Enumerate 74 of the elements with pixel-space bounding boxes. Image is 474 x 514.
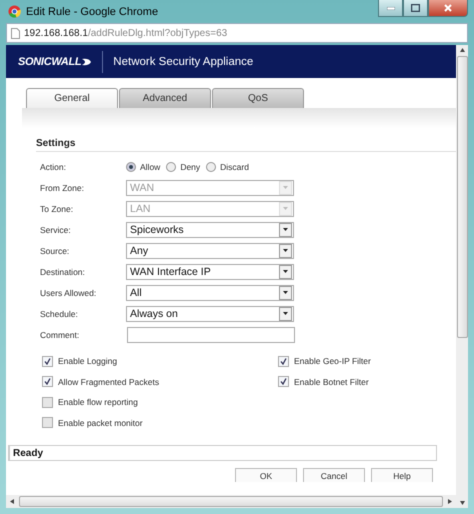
- checkbox[interactable]: [278, 356, 289, 367]
- dialog-button[interactable]: Cancel: [303, 468, 365, 482]
- checkbox[interactable]: [278, 376, 289, 388]
- dialog-button[interactable]: OK: [235, 468, 297, 482]
- dropdown[interactable]: Any: [126, 242, 294, 258]
- checkbox-label: Enable Botnet Filter: [294, 376, 369, 387]
- dropdown[interactable]: Spiceworks: [126, 222, 294, 238]
- horizontal-scrollbar[interactable]: [6, 495, 456, 508]
- browser-logo-icon: [8, 5, 21, 18]
- caret-icon: [283, 228, 288, 231]
- check-icon: [280, 378, 287, 386]
- field-label: Users Allowed:: [39, 288, 98, 298]
- field-label: Source:: [39, 246, 70, 256]
- caret-icon: [283, 291, 288, 294]
- radio-button[interactable]: [126, 162, 136, 172]
- checkbox[interactable]: [42, 417, 53, 428]
- maximize-button[interactable]: [403, 0, 428, 17]
- close-button[interactable]: [428, 0, 468, 17]
- vertical-scrollbar[interactable]: [456, 45, 468, 508]
- radio-button[interactable]: [166, 162, 176, 172]
- scroll-left-icon[interactable]: [10, 499, 15, 504]
- caret-icon: [283, 186, 288, 189]
- dropdown[interactable]: All: [126, 284, 294, 300]
- caret-icon: [283, 270, 288, 273]
- dropdown[interactable]: Always on: [126, 306, 294, 322]
- page-icon: [11, 28, 20, 38]
- scroll-thumb[interactable]: [456, 56, 468, 338]
- tab[interactable]: Advanced: [119, 88, 211, 108]
- check-icon: [44, 378, 51, 386]
- swoosh-icon: [82, 58, 92, 66]
- dropdown[interactable]: WAN Interface IP: [126, 264, 294, 280]
- address-bar[interactable]: 192.168.168.1/addRuleDlg.html?objTypes=63: [6, 23, 468, 43]
- field-label: Service:: [39, 224, 72, 234]
- field-label: Schedule:: [39, 308, 79, 318]
- checkbox-label: Enable packet monitor: [58, 418, 143, 428]
- field-label: To Zone:: [39, 204, 74, 214]
- checkbox-label: Enable Geo-IP Filter: [294, 356, 371, 366]
- radio-label: Allow: [140, 162, 160, 172]
- field-label: From Zone:: [39, 182, 85, 192]
- logo-text: SONICWALL: [18, 56, 82, 68]
- url-text: 192.168.168.1/addRuleDlg.html?objTypes=63: [24, 28, 228, 38]
- comment-field[interactable]: [127, 326, 295, 342]
- close-icon: [444, 4, 452, 12]
- caret-icon: [283, 312, 288, 315]
- check-icon: [44, 358, 51, 365]
- caret-icon: [283, 207, 288, 210]
- tab[interactable]: QoS: [212, 88, 304, 108]
- radio-button[interactable]: [206, 162, 216, 172]
- minimize-icon: [386, 6, 394, 10]
- status-text: Ready: [13, 448, 44, 458]
- radio-label: Discard: [220, 162, 249, 172]
- window-title: Edit Rule - Google Chrome: [26, 6, 160, 18]
- checkbox-label: Enable flow reporting: [58, 397, 138, 408]
- maximize-icon: [411, 4, 420, 12]
- section-heading: Settings: [36, 138, 456, 152]
- field-label: Comment:: [39, 330, 80, 340]
- minimize-button[interactable]: [378, 0, 403, 17]
- tab[interactable]: General: [26, 88, 118, 108]
- scroll-up-icon[interactable]: [460, 48, 464, 53]
- checkbox[interactable]: [42, 396, 53, 408]
- field-label: Destination:: [39, 266, 86, 276]
- scroll-down-icon[interactable]: [460, 500, 464, 505]
- field-label: Action:: [39, 162, 67, 172]
- checkbox[interactable]: [42, 376, 53, 388]
- checkbox-label: Enable Logging: [58, 356, 118, 366]
- radio-label: Deny: [180, 162, 200, 172]
- check-icon: [280, 358, 287, 365]
- scroll-right-icon[interactable]: [447, 499, 452, 504]
- scroll-thumb[interactable]: [19, 496, 443, 507]
- caret-icon: [283, 249, 288, 252]
- app-title: Network Security Appliance: [113, 56, 254, 68]
- checkbox[interactable]: [42, 356, 53, 367]
- dialog-button[interactable]: Help: [371, 468, 433, 482]
- checkbox-label: Allow Fragmented Packets: [58, 376, 160, 387]
